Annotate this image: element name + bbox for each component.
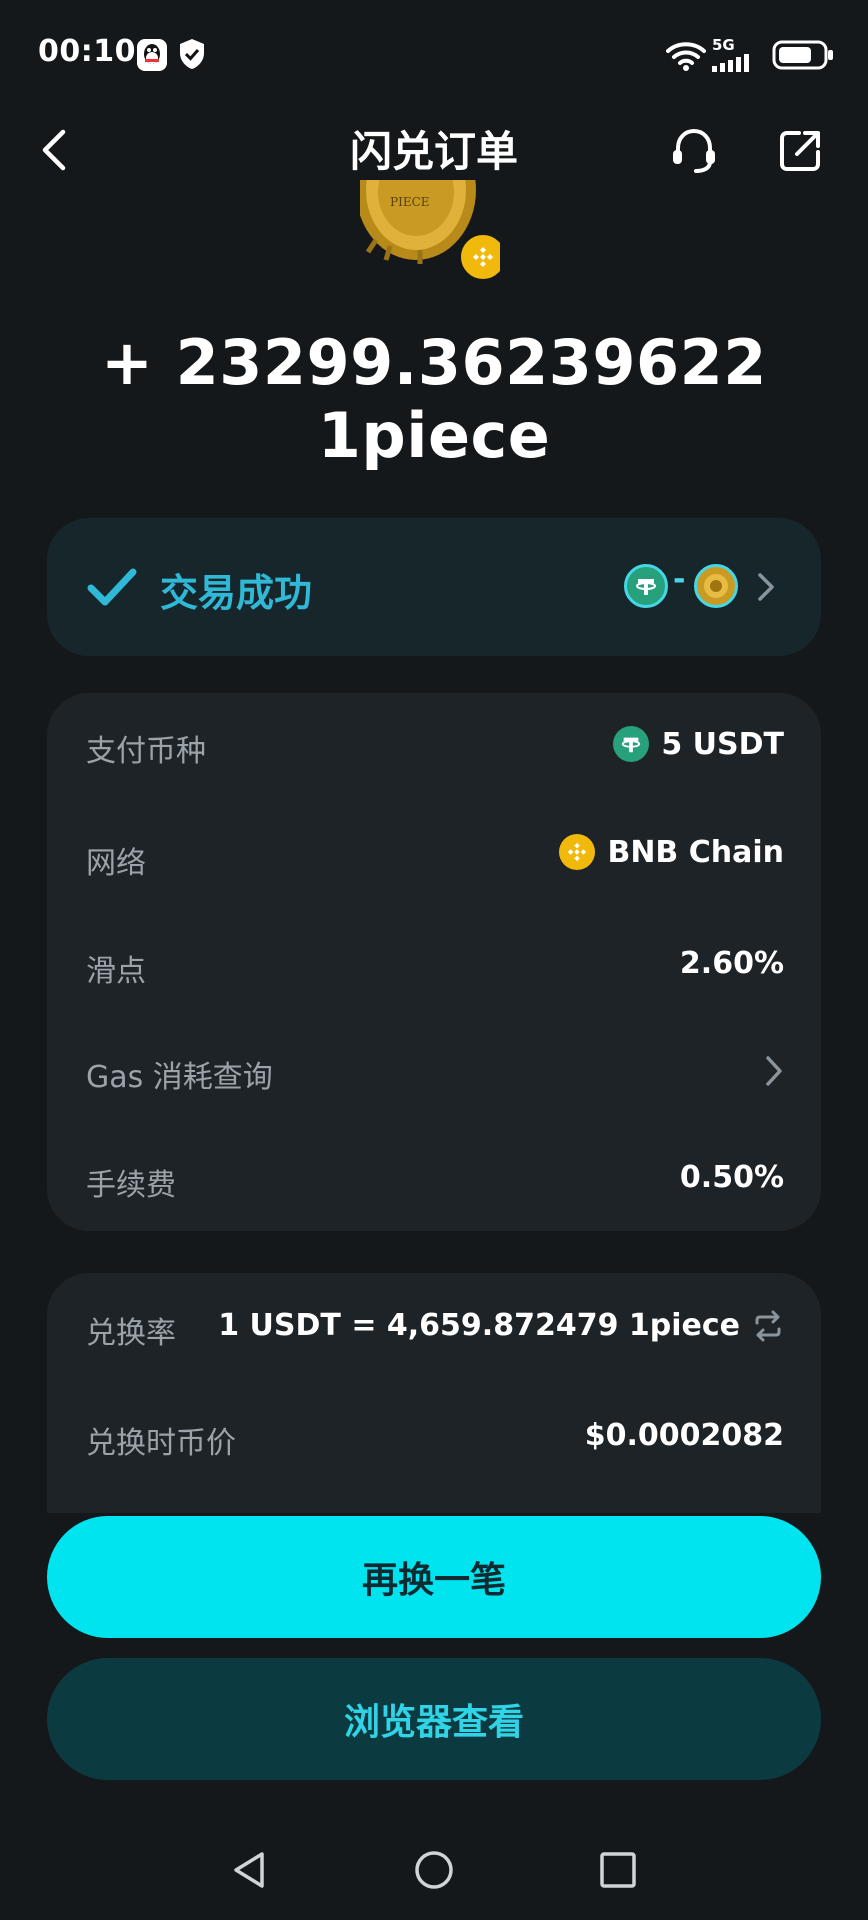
- payment-token-value: 5 USDT: [613, 726, 784, 762]
- network-value: BNB Chain: [559, 834, 784, 870]
- exchange-rate-label: 兑换率: [86, 1316, 176, 1351]
- chevron-right-icon[interactable]: [756, 572, 776, 602]
- signal-icon: [712, 54, 762, 72]
- customer-service-icon[interactable]: [668, 124, 720, 178]
- received-amount: + 23299.36239622 1piece: [101, 326, 767, 472]
- nav-recents-icon[interactable]: [598, 1850, 638, 1890]
- swap-price-value: $0.0002082: [584, 1418, 784, 1453]
- network-name: BNB Chain: [607, 834, 784, 870]
- exchange-rate-text: 1 USDT = 4,659.872479 1piece: [218, 1308, 740, 1343]
- system-nav-bar: [0, 1820, 868, 1920]
- coin-text: PIECE: [390, 195, 430, 209]
- qq-icon: [136, 38, 168, 72]
- payment-token-label: 支付币种: [86, 734, 206, 769]
- check-icon: [86, 566, 138, 610]
- usdt-token-icon: [613, 726, 650, 762]
- slippage-value: 2.60%: [679, 946, 784, 981]
- nav-back-icon[interactable]: [228, 1848, 272, 1892]
- exchange-rate-value: 1 USDT = 4,659.872479 1piece: [218, 1308, 784, 1343]
- share-icon[interactable]: [774, 124, 826, 178]
- chevron-right-icon[interactable]: [764, 1054, 784, 1088]
- status-bar: 00:10 5G: [0, 0, 868, 110]
- shield-check-icon: [178, 38, 206, 70]
- battery-icon: [772, 40, 834, 70]
- network-type: 5G: [712, 36, 735, 54]
- wifi-icon: [666, 40, 706, 72]
- slippage-label: 滑点: [86, 954, 146, 989]
- view-in-browser-button[interactable]: 浏览器查看: [47, 1658, 821, 1780]
- swap-icon[interactable]: [752, 1310, 784, 1342]
- status-time: 00:10: [38, 34, 136, 69]
- payment-amount: 5 USDT: [661, 726, 784, 762]
- fee-label: 手续费: [86, 1168, 176, 1203]
- transaction-status: 交易成功: [160, 571, 313, 615]
- pair-separator: -: [673, 562, 686, 597]
- usdt-token-icon: [624, 564, 668, 608]
- fee-value: 0.50%: [679, 1160, 784, 1195]
- swap-price-label: 兑换时币价: [86, 1426, 236, 1461]
- piece-token-icon: [694, 564, 738, 608]
- token-logo: PIECE: [360, 180, 500, 280]
- bnb-badge-icon: [458, 232, 500, 280]
- gas-query-label[interactable]: Gas 消耗查询: [86, 1052, 273, 1096]
- swap-again-button[interactable]: 再换一笔: [47, 1516, 821, 1638]
- nav-home-icon[interactable]: [412, 1848, 456, 1892]
- bnb-token-icon: [559, 834, 596, 870]
- network-label: 网络: [86, 846, 146, 881]
- page-title: 闪兑订单: [349, 127, 518, 176]
